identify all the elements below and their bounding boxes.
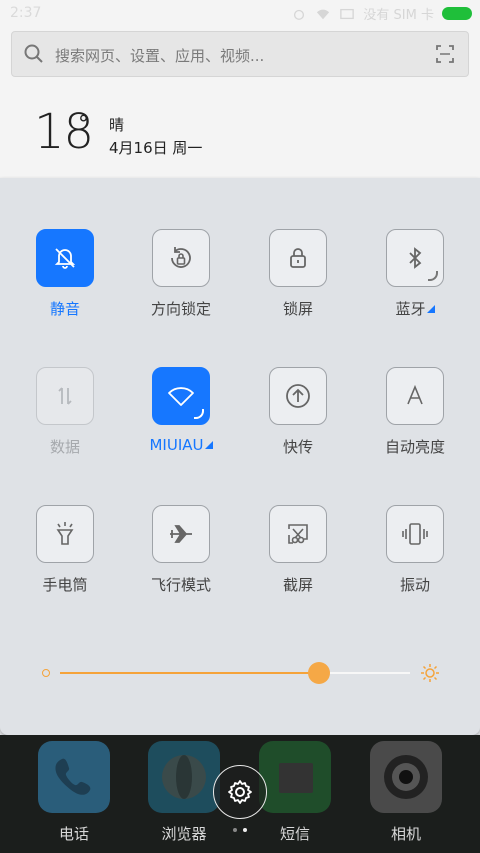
toggle-rotation-lock[interactable]: 方向锁定	[126, 229, 236, 319]
toggle-label: 截屏	[282, 576, 313, 594]
auto-brightness-icon	[386, 367, 444, 425]
expand-corner-icon	[194, 409, 204, 419]
degree-symbol: °	[78, 112, 89, 137]
battery-icon	[442, 7, 472, 20]
sim-status: 没有 SIM 卡	[363, 8, 434, 23]
brightness-track-filled	[60, 672, 319, 674]
gear-icon	[228, 780, 252, 804]
toggle-label: MIUIAU	[149, 436, 204, 454]
wifi-icon	[152, 367, 210, 425]
toggle-label: 锁屏	[282, 300, 313, 318]
toggle-label: 方向锁定	[150, 300, 211, 318]
lock-icon	[269, 229, 327, 287]
mobile-data-icon	[36, 367, 94, 425]
toggle-screenshot[interactable]: 截屏	[243, 505, 353, 595]
flashlight-icon	[36, 505, 94, 563]
settings-button[interactable]	[213, 765, 267, 819]
brightness-thumb[interactable]	[308, 662, 330, 684]
more-triangle-icon	[204, 441, 213, 449]
toggle-label: 自动亮度	[384, 438, 445, 456]
phone-icon[interactable]	[38, 741, 110, 813]
expand-corner-icon	[428, 271, 438, 281]
brightness-max-icon	[421, 664, 439, 682]
camera-icon[interactable]	[370, 741, 442, 813]
dock-label-phone: 电话	[58, 825, 89, 843]
browser-icon[interactable]	[148, 741, 220, 813]
brightness-min-icon	[42, 669, 50, 677]
weather-date: 4月16日 周一	[109, 139, 203, 157]
quick-settings-panel: 静音 方向锁定 锁屏 蓝牙 数据 MIUIAU 快传 自动亮度 手电筒 飞行模式…	[0, 178, 480, 735]
toggle-lock-screen[interactable]: 锁屏	[243, 229, 353, 319]
toggle-silent[interactable]: 静音	[10, 229, 120, 319]
bluetooth-icon	[386, 229, 444, 287]
page-indicator	[233, 828, 247, 832]
search-input[interactable]: 搜索网页、设置、应用、视频...	[11, 31, 469, 77]
wifi-status-icon	[317, 9, 330, 19]
weather-condition: 晴	[109, 116, 125, 134]
scan-icon[interactable]	[436, 45, 454, 63]
toggle-label: 静音	[49, 300, 80, 318]
toggle-label: 数据	[49, 438, 80, 456]
vibrate-icon	[386, 505, 444, 563]
home-screen-dock: 电话 浏览器 短信 相机	[0, 735, 480, 853]
quick-transfer-icon	[269, 367, 327, 425]
messages-icon[interactable]	[259, 741, 331, 813]
bell-off-icon	[36, 229, 94, 287]
toggle-label: 飞行模式	[150, 576, 211, 594]
alarm-icon	[294, 9, 305, 20]
toggle-auto-brightness[interactable]: 自动亮度	[360, 367, 470, 457]
toggle-wifi[interactable]: MIUIAU	[126, 367, 236, 454]
dock-label-messages: 短信	[279, 825, 310, 843]
brightness-track-empty	[319, 672, 410, 674]
status-time: 2:37	[10, 5, 42, 21]
toggle-mobile-data[interactable]: 数据	[10, 367, 120, 457]
toggle-flashlight[interactable]: 手电筒	[10, 505, 120, 595]
screen-status-icon	[340, 8, 355, 19]
toggle-bluetooth[interactable]: 蓝牙	[360, 229, 470, 319]
dock-label-browser: 浏览器	[161, 825, 207, 843]
toggle-label: 手电筒	[42, 576, 88, 594]
toggle-label: 快传	[282, 438, 313, 456]
search-placeholder: 搜索网页、设置、应用、视频...	[55, 47, 265, 65]
search-icon	[24, 44, 43, 63]
toggle-label: 蓝牙	[395, 300, 426, 318]
toggle-quick-transfer[interactable]: 快传	[243, 367, 353, 457]
status-bar: 2:37 没有 SIM 卡	[0, 0, 480, 28]
toggle-vibrate[interactable]: 振动	[360, 505, 470, 595]
more-triangle-icon	[426, 305, 435, 313]
brightness-slider[interactable]	[42, 662, 439, 684]
rotation-lock-icon	[152, 229, 210, 287]
toggle-label: 振动	[399, 576, 430, 594]
dock-label-camera: 相机	[390, 825, 421, 843]
screenshot-icon	[269, 505, 327, 563]
airplane-icon	[152, 505, 210, 563]
toggle-airplane-mode[interactable]: 飞行模式	[126, 505, 236, 595]
notification-header: 2:37 没有 SIM 卡 搜索网页、设置、应用、视频... 18 ° 晴 4月…	[0, 0, 480, 178]
